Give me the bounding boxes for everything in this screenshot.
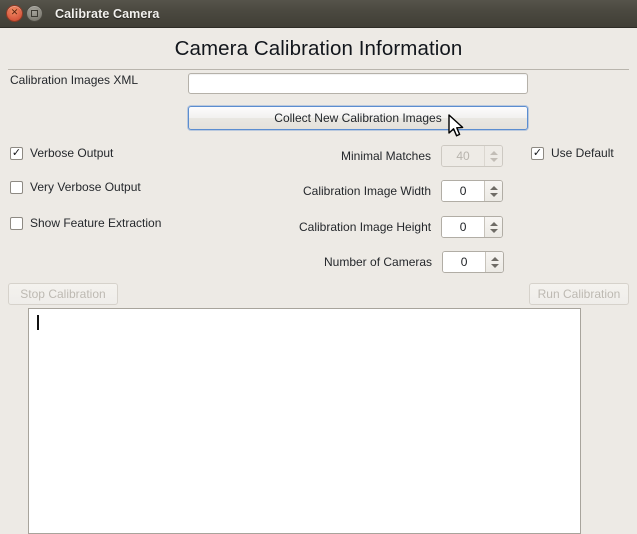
- checkbox-box-very-verbose-output[interactable]: [10, 180, 23, 194]
- spinner-down-icon[interactable]: [489, 192, 498, 197]
- collect-button-label: Collect New Calibration Images: [274, 111, 442, 125]
- spinner-up-icon[interactable]: [489, 221, 498, 226]
- spinner-down-icon[interactable]: [490, 263, 499, 268]
- calibration-image-width-row: Calibration Image Width 0: [303, 180, 504, 202]
- verbose-output-row: ✓ Verbose Output: [10, 146, 113, 160]
- maximize-icon[interactable]: [26, 5, 43, 22]
- minimal-matches-row: Minimal Matches 40: [341, 145, 504, 167]
- stop-calibration-button[interactable]: Stop Calibration: [8, 283, 118, 305]
- checkbox-show-feature-extraction[interactable]: Show Feature Extraction: [10, 216, 161, 230]
- use-default-row: ✓ Use Default: [531, 146, 614, 160]
- number-of-cameras-spinner[interactable]: 0: [442, 251, 505, 273]
- spinner-arrows[interactable]: [484, 217, 503, 237]
- calibration-log-textarea[interactable]: [28, 308, 581, 534]
- close-icon[interactable]: ✕: [6, 5, 23, 22]
- checkbox-box-show-feature-extraction[interactable]: [10, 216, 23, 230]
- spinner-down-icon[interactable]: [489, 228, 498, 233]
- calibration-log-text: [29, 309, 580, 319]
- spinner-up-icon[interactable]: [489, 185, 498, 190]
- minimal-matches-spinner: 40: [441, 145, 504, 167]
- window-body: Camera Calibration Information Calibrati…: [0, 28, 637, 534]
- calibration-image-width-label: Calibration Image Width: [303, 184, 432, 198]
- xml-label: Calibration Images XML: [10, 73, 139, 87]
- spinner-down-icon: [489, 157, 498, 162]
- calibration-image-height-row: Calibration Image Height 0: [299, 216, 504, 238]
- xml-input[interactable]: [188, 73, 528, 94]
- checkbox-label-very-verbose-output: Very Verbose Output: [30, 180, 141, 194]
- collect-new-calibration-images-button[interactable]: Collect New Calibration Images: [188, 106, 528, 130]
- minimal-matches-value: 40: [442, 146, 485, 166]
- checkbox-label-verbose-output: Verbose Output: [30, 146, 114, 160]
- run-calibration-button[interactable]: Run Calibration: [529, 283, 629, 305]
- check-icon: ✓: [11, 146, 22, 159]
- checkbox-very-verbose-output[interactable]: Very Verbose Output: [10, 180, 141, 194]
- spinner-up-icon[interactable]: [490, 256, 499, 261]
- check-icon: ✓: [532, 146, 543, 159]
- spinner-up-icon: [489, 150, 498, 155]
- number-of-cameras-label: Number of Cameras: [324, 255, 433, 269]
- calibration-image-width-value[interactable]: 0: [442, 181, 485, 201]
- window-titlebar: ✕ Calibrate Camera: [0, 0, 637, 28]
- stop-calibration-label: Stop Calibration: [20, 287, 106, 301]
- page-title: Camera Calibration Information: [174, 37, 463, 60]
- checkbox-use-default[interactable]: ✓ Use Default: [531, 146, 614, 160]
- close-glyph: ✕: [10, 8, 19, 18]
- window-title: Calibrate Camera: [55, 6, 160, 21]
- maximize-glyph: [31, 10, 38, 17]
- text-caret: [37, 315, 39, 330]
- checkbox-box-use-default[interactable]: ✓: [531, 146, 544, 160]
- checkbox-verbose-output[interactable]: ✓ Verbose Output: [10, 146, 113, 160]
- calibration-image-height-label: Calibration Image Height: [299, 220, 432, 234]
- spinner-arrows[interactable]: [485, 252, 504, 272]
- minimal-matches-label: Minimal Matches: [341, 149, 432, 163]
- checkbox-box-verbose-output[interactable]: ✓: [10, 146, 23, 160]
- checkbox-label-show-feature-extraction: Show Feature Extraction: [30, 216, 162, 230]
- header-divider: [8, 69, 629, 70]
- run-calibration-label: Run Calibration: [537, 287, 621, 301]
- spinner-arrows[interactable]: [484, 181, 503, 201]
- xml-row: Calibration Images XML: [10, 73, 138, 87]
- number-of-cameras-value[interactable]: 0: [443, 252, 486, 272]
- number-of-cameras-row: Number of Cameras 0: [324, 251, 505, 273]
- calibration-image-width-spinner[interactable]: 0: [441, 180, 504, 202]
- calibration-image-height-value[interactable]: 0: [442, 217, 485, 237]
- very-verbose-output-row: Very Verbose Output: [10, 180, 141, 194]
- calibration-image-height-spinner[interactable]: 0: [441, 216, 504, 238]
- checkbox-label-use-default: Use Default: [551, 146, 614, 160]
- spinner-arrows: [484, 146, 503, 166]
- show-feature-extraction-row: Show Feature Extraction: [10, 216, 161, 230]
- window-controls: ✕: [0, 5, 43, 22]
